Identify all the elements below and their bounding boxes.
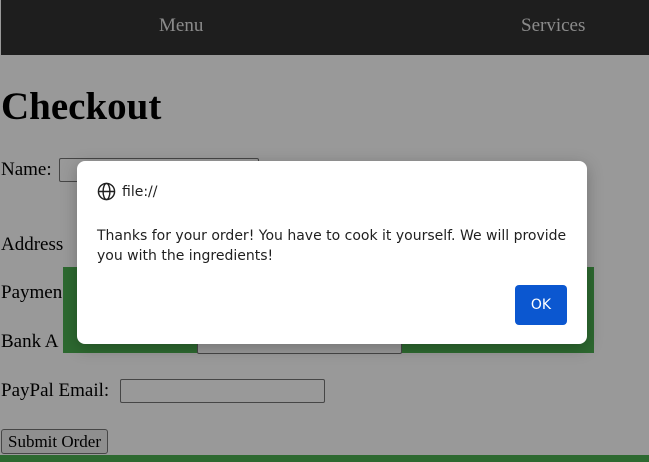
dialog-message: Thanks for your order! You have to cook … (97, 228, 567, 264)
globe-icon (97, 182, 116, 201)
ok-button[interactable]: OK (515, 285, 567, 325)
dialog-header: file:// (97, 182, 157, 201)
dialog-origin: file:// (122, 183, 158, 200)
alert-dialog: file:// Thanks for your order! You have … (77, 161, 587, 344)
